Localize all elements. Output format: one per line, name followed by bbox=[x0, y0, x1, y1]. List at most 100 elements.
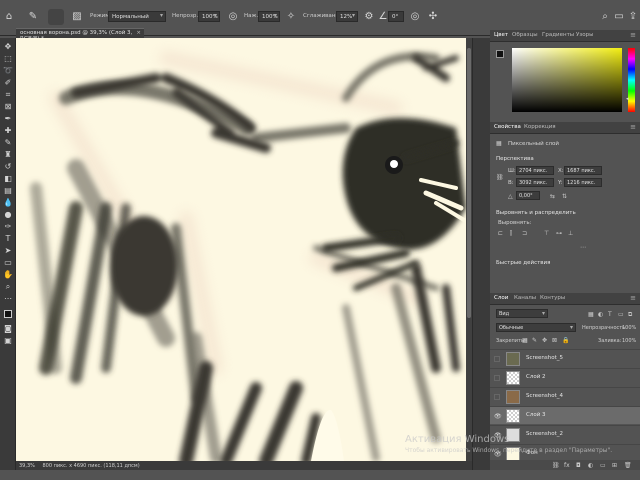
align-heading[interactable]: Выровнять и распределить bbox=[496, 210, 576, 216]
flip-vertical-icon[interactable]: ⇅ bbox=[562, 193, 569, 200]
frame-tool-icon[interactable]: ⊠ bbox=[2, 102, 14, 112]
symmetry-icon[interactable]: ✣ bbox=[426, 10, 440, 24]
mode-select[interactable]: Нормальный bbox=[108, 11, 166, 22]
quick-select-tool-icon[interactable]: ✐ bbox=[2, 78, 14, 88]
angle-field[interactable]: 0° bbox=[388, 11, 404, 22]
brush-preset-picker[interactable] bbox=[48, 9, 64, 25]
document-tab[interactable]: основная ворона.psd @ 39,3% (Слой 3, RGB… bbox=[16, 28, 144, 42]
visibility-eye-icon[interactable]: 👁 bbox=[494, 413, 502, 420]
layer-name[interactable]: Слой 2 bbox=[526, 374, 546, 380]
history-brush-icon[interactable]: ↺ bbox=[2, 162, 14, 172]
new-layer-icon[interactable]: ⊞ bbox=[612, 462, 619, 469]
pen-tool-icon[interactable]: ✑ bbox=[2, 222, 14, 232]
move-tool-icon[interactable]: ✥ bbox=[2, 42, 14, 52]
pressure-size-icon[interactable]: ◎ bbox=[408, 10, 422, 24]
pressure-opacity-icon[interactable]: ◎ bbox=[226, 10, 240, 24]
tab-color[interactable]: Цвет bbox=[494, 32, 508, 38]
vertical-scroll-thumb[interactable] bbox=[467, 48, 471, 318]
lock-position-icon[interactable]: ✥ bbox=[542, 337, 549, 344]
crop-tool-icon[interactable]: ⌗ bbox=[2, 90, 14, 100]
filter-pixel-icon[interactable]: ▦ bbox=[588, 311, 595, 318]
hue-marker-icon[interactable]: ◂ bbox=[626, 96, 629, 102]
brush-tool-icon[interactable]: ✎ bbox=[2, 138, 14, 148]
airbrush-icon[interactable]: ✧ bbox=[284, 10, 298, 24]
filter-smart-icon[interactable]: ⧉ bbox=[628, 311, 635, 318]
workspace-icon[interactable]: ▭ bbox=[612, 10, 626, 24]
brush-settings-icon[interactable]: ▨ bbox=[70, 10, 84, 24]
visibility-eye-icon[interactable] bbox=[494, 356, 500, 362]
layer-name[interactable]: Screenshot_4 bbox=[526, 393, 563, 399]
tab-paths[interactable]: Контуры bbox=[540, 295, 565, 301]
stamp-tool-icon[interactable]: ♜ bbox=[2, 150, 14, 160]
layer-row[interactable]: Screenshot_4 bbox=[490, 387, 640, 405]
gradient-tool-icon[interactable]: ▤ bbox=[2, 186, 14, 196]
close-icon[interactable]: × bbox=[136, 30, 141, 36]
align-vcenter-icon[interactable]: ⊶ bbox=[556, 230, 563, 237]
search-icon[interactable]: ⌕ bbox=[598, 10, 612, 24]
layer-row[interactable]: Screenshot_5 bbox=[490, 349, 640, 367]
layer-name[interactable]: Screenshot_2 bbox=[526, 431, 563, 437]
more-options-icon[interactable]: ⋯ bbox=[580, 244, 587, 251]
link-icon[interactable]: ⛓ bbox=[496, 174, 504, 181]
tab-patterns[interactable]: Узоры bbox=[576, 32, 593, 38]
flip-horizontal-icon[interactable]: ⇆ bbox=[550, 193, 557, 200]
share-icon[interactable]: ⇪ bbox=[626, 10, 640, 24]
path-select-tool-icon[interactable]: ➤ bbox=[2, 246, 14, 256]
eyedropper-tool-icon[interactable]: ✒ bbox=[2, 114, 14, 124]
opacity-field[interactable]: 100% bbox=[198, 11, 220, 22]
panel-menu-icon[interactable]: ≡ bbox=[630, 123, 636, 131]
layer-row[interactable]: 👁 Слой 3 bbox=[490, 406, 640, 424]
tab-gradients[interactable]: Градиенты bbox=[542, 32, 574, 38]
align-hcenter-icon[interactable]: ⫿ bbox=[510, 230, 517, 237]
visibility-eye-icon[interactable] bbox=[494, 375, 500, 381]
filter-adjust-icon[interactable]: ◐ bbox=[598, 311, 605, 318]
foreground-color-swatch[interactable] bbox=[496, 50, 504, 58]
eraser-tool-icon[interactable]: ◧ bbox=[2, 174, 14, 184]
filter-type-icon[interactable]: T bbox=[608, 311, 615, 318]
shape-tool-icon[interactable]: ▭ bbox=[2, 258, 14, 268]
x-field[interactable]: 1687 пикс. bbox=[564, 166, 602, 175]
align-bottom-icon[interactable]: ⊥ bbox=[568, 230, 575, 237]
transform-heading[interactable]: Перспектива bbox=[496, 156, 534, 162]
tab-layers[interactable]: Слои bbox=[494, 295, 508, 301]
trash-icon[interactable]: 🗑 bbox=[624, 462, 632, 469]
visibility-eye-icon[interactable] bbox=[494, 394, 500, 400]
smoothing-field[interactable]: 12% bbox=[336, 11, 358, 22]
layer-name[interactable]: Screenshot_5 bbox=[526, 355, 563, 361]
lock-all-icon[interactable]: 🔒 bbox=[562, 337, 569, 344]
layer-name[interactable]: Слой 3 bbox=[526, 412, 546, 418]
layer-opacity-value[interactable]: 100% bbox=[622, 325, 636, 331]
new-group-icon[interactable]: ▭ bbox=[600, 462, 607, 469]
tab-swatches[interactable]: Образцы bbox=[512, 32, 538, 38]
adjustment-layer-icon[interactable]: ◐ bbox=[588, 462, 595, 469]
screen-mode-icon[interactable]: ▣ bbox=[2, 336, 14, 346]
panel-menu-icon[interactable]: ≡ bbox=[630, 294, 636, 302]
lock-artboard-icon[interactable]: ⊠ bbox=[552, 337, 559, 344]
height-field[interactable]: 3092 пикс. bbox=[516, 178, 554, 187]
smoothing-gear-icon[interactable]: ⚙ bbox=[362, 10, 376, 24]
layer-row[interactable]: Слой 2 bbox=[490, 368, 640, 386]
dodge-tool-icon[interactable]: ● bbox=[2, 210, 14, 220]
layer-fill-value[interactable]: 100% bbox=[622, 338, 636, 344]
quick-mask-icon[interactable]: ◙ bbox=[2, 324, 14, 334]
filter-shape-icon[interactable]: ▭ bbox=[618, 311, 625, 318]
width-field[interactable]: 2704 пикс. bbox=[516, 166, 554, 175]
document-canvas[interactable] bbox=[16, 38, 466, 461]
canvas-area[interactable] bbox=[16, 38, 466, 461]
layer-row[interactable]: 👁 Screenshot_2 bbox=[490, 425, 640, 443]
tab-properties[interactable]: Свойства bbox=[494, 124, 521, 130]
blend-mode-select[interactable]: Обычные bbox=[496, 323, 576, 332]
tab-channels[interactable]: Каналы bbox=[514, 295, 536, 301]
y-field[interactable]: 1216 пикс. bbox=[564, 178, 602, 187]
blur-tool-icon[interactable]: 💧 bbox=[2, 198, 14, 208]
color-picker-field[interactable] bbox=[512, 48, 622, 112]
zoom-readout[interactable]: 39,3% bbox=[19, 463, 35, 469]
hand-tool-icon[interactable]: ✋ bbox=[2, 270, 14, 280]
link-layers-icon[interactable]: ⛓ bbox=[552, 462, 560, 469]
more-tools-icon[interactable]: ⋯ bbox=[2, 294, 14, 304]
align-top-icon[interactable]: ⊤ bbox=[544, 230, 551, 237]
home-icon[interactable]: ⌂ bbox=[2, 10, 16, 24]
align-right-icon[interactable]: ⊐ bbox=[522, 230, 529, 237]
foreground-color-swatch[interactable] bbox=[2, 310, 14, 320]
type-tool-icon[interactable]: T bbox=[2, 234, 14, 244]
